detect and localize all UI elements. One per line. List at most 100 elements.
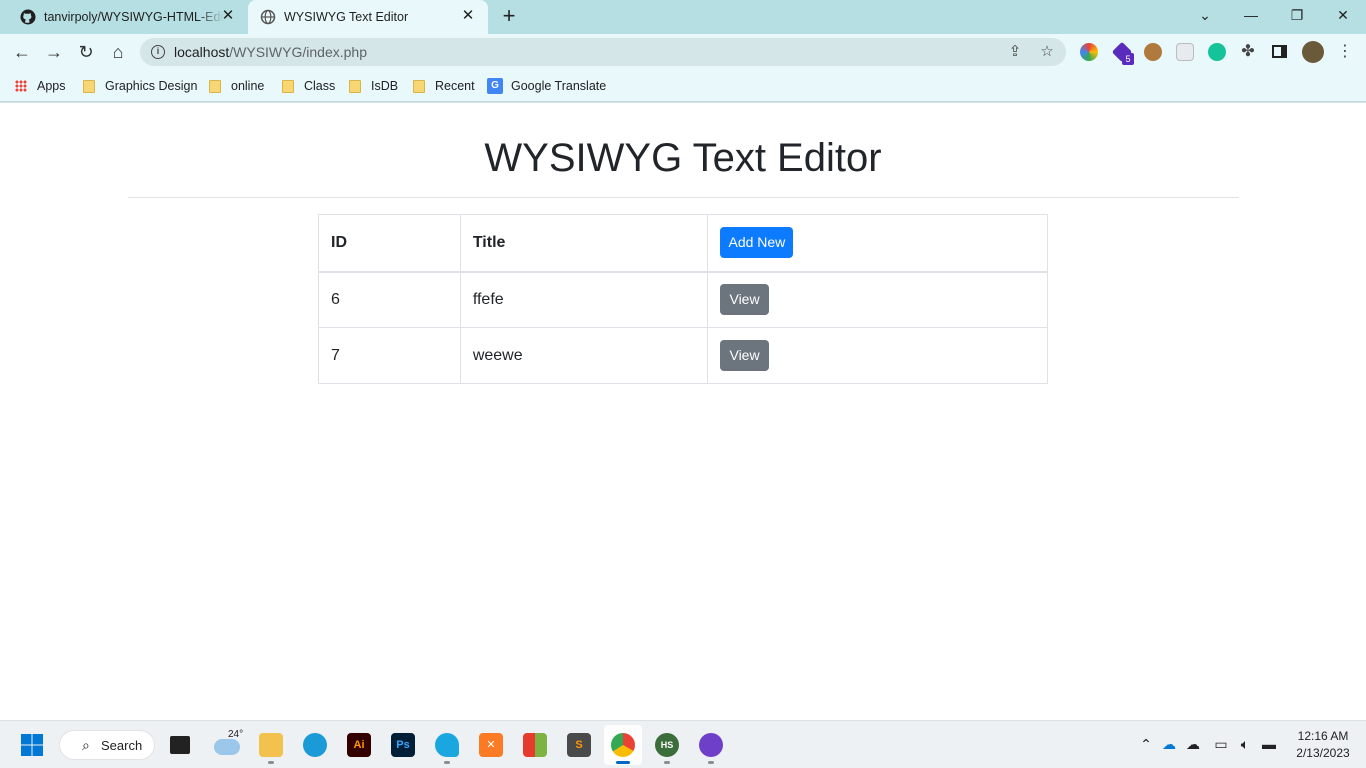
avatar[interactable] bbox=[1302, 41, 1324, 63]
winrar-icon[interactable] bbox=[523, 733, 547, 757]
tab-wysiwyg[interactable]: WYSIWYG Text Editor ✕ bbox=[248, 0, 488, 34]
table-row: 7 weewe View bbox=[318, 327, 1048, 384]
page-title: WYSIWYG Text Editor bbox=[484, 136, 882, 180]
chrome-icon[interactable] bbox=[611, 733, 635, 757]
network-icon[interactable]: ▭ bbox=[1212, 736, 1230, 753]
bookmark-star-icon[interactable]: ☆ bbox=[1038, 43, 1056, 61]
running-indicator bbox=[664, 761, 670, 764]
folder-icon bbox=[282, 79, 294, 93]
minimize-icon[interactable]: — bbox=[1228, 4, 1274, 26]
cell-id: 7 bbox=[318, 327, 461, 384]
clock-time: 12:16 AM bbox=[1297, 729, 1349, 743]
view-button[interactable]: View bbox=[720, 340, 769, 371]
tab-strip: tanvirpoly/WYSIWYG-HTML-Editor ✕ WYSIWYG… bbox=[0, 0, 1366, 34]
xampp-icon[interactable]: ✕ bbox=[479, 733, 503, 757]
tab-title: WYSIWYG Text Editor bbox=[284, 10, 409, 24]
bookmark-google-translate[interactable]: G Google Translate bbox=[487, 76, 606, 96]
close-tab-icon[interactable]: ✕ bbox=[460, 8, 476, 24]
taskbar-search[interactable]: ⌕ Search bbox=[59, 730, 155, 760]
taskbar: ⌕ Search 24° Ai Ps ✕ S HS ⌃ ☁ ☁ ▭ 🔈︎ ▬ 1… bbox=[0, 720, 1366, 768]
view-button[interactable]: View bbox=[720, 284, 769, 316]
cell-action: View bbox=[707, 327, 1048, 384]
back-arrow-icon[interactable]: ← bbox=[10, 40, 34, 64]
globe-icon bbox=[260, 9, 276, 25]
folder-icon bbox=[349, 79, 361, 93]
cell-title: weewe bbox=[459, 327, 709, 384]
extension-badge: 5 bbox=[1122, 53, 1134, 65]
edge-icon[interactable] bbox=[303, 733, 327, 757]
menu-kebab-icon[interactable]: ⋮ bbox=[1336, 43, 1354, 61]
restore-icon[interactable]: ❐ bbox=[1274, 4, 1320, 26]
grammarly-icon[interactable] bbox=[1208, 43, 1226, 61]
divider bbox=[128, 197, 1239, 198]
bookmark-graphics-design[interactable]: Graphics Design bbox=[83, 76, 197, 96]
photoshop-icon[interactable]: Ps bbox=[391, 733, 415, 757]
windows-start-icon[interactable] bbox=[21, 734, 43, 756]
running-indicator bbox=[268, 761, 274, 764]
side-panel-icon[interactable] bbox=[1272, 45, 1287, 58]
navigation-toolbar: ← → ↻ ⌂ i localhost/WYSIWYG/index.php ⇪ … bbox=[0, 34, 1366, 70]
home-icon[interactable]: ⌂ bbox=[106, 40, 130, 64]
battery-icon[interactable]: ▬ bbox=[1260, 736, 1278, 752]
taskbar-search-label: Search bbox=[101, 738, 143, 753]
bookmark-apps[interactable]: Apps bbox=[15, 76, 66, 96]
shield-icon[interactable] bbox=[1176, 43, 1194, 61]
feather-app-icon[interactable] bbox=[435, 733, 459, 757]
weather-icon[interactable] bbox=[214, 739, 240, 755]
sublime-text-icon[interactable]: S bbox=[567, 733, 591, 757]
column-header-title: Title bbox=[459, 214, 709, 273]
cookie-extension-icon[interactable] bbox=[1144, 43, 1162, 61]
system-clock[interactable]: 12:16 AM 2/13/2023 bbox=[1286, 728, 1360, 762]
bookmarks-bar: Apps Graphics Design online Class IsDB R… bbox=[0, 70, 1366, 102]
bookmark-class[interactable]: Class bbox=[282, 76, 335, 96]
new-tab-icon[interactable]: + bbox=[498, 5, 520, 28]
color-picker-extension-icon[interactable] bbox=[1080, 43, 1098, 61]
column-header-action: Add New bbox=[707, 214, 1048, 273]
task-view-icon[interactable] bbox=[170, 736, 190, 754]
cell-title: ffefe bbox=[459, 271, 709, 328]
search-icon: ⌕ bbox=[82, 737, 90, 753]
close-tab-icon[interactable]: ✕ bbox=[220, 8, 236, 24]
tab-title: tanvirpoly/WYSIWYG-HTML-Editor bbox=[44, 10, 224, 24]
chevron-up-icon[interactable]: ⌃ bbox=[1137, 736, 1155, 753]
clock-date: 2/13/2023 bbox=[1296, 746, 1350, 760]
cell-id: 6 bbox=[318, 271, 461, 328]
table-header-row: ID Title Add New bbox=[318, 214, 1048, 273]
running-indicator bbox=[708, 761, 714, 764]
bookmark-recent[interactable]: Recent bbox=[413, 76, 475, 96]
running-indicator bbox=[444, 761, 450, 764]
cell-action: View bbox=[707, 271, 1048, 328]
weather-temperature: 24° bbox=[228, 729, 244, 740]
github-icon bbox=[20, 9, 36, 25]
posts-table: ID Title Add New 6 ffefe View 7 weewe Vi… bbox=[318, 214, 1048, 384]
apps-grid-icon bbox=[15, 80, 27, 92]
close-window-icon[interactable]: ✕ bbox=[1320, 4, 1366, 26]
folder-icon bbox=[413, 79, 425, 93]
site-info-icon[interactable]: i bbox=[151, 45, 165, 59]
hs-app-icon[interactable]: HS bbox=[655, 733, 679, 757]
bookmark-isdb[interactable]: IsDB bbox=[349, 76, 398, 96]
address-bar[interactable]: i localhost/WYSIWYG/index.php ⇪ ☆ bbox=[140, 38, 1066, 66]
bookmark-online[interactable]: online bbox=[209, 76, 264, 96]
volume-icon[interactable]: 🔈︎ bbox=[1236, 736, 1254, 753]
reload-icon[interactable]: ↻ bbox=[74, 40, 98, 64]
active-indicator bbox=[616, 761, 630, 764]
tab-github[interactable]: tanvirpoly/WYSIWYG-HTML-Editor ✕ bbox=[8, 0, 248, 34]
share-icon[interactable]: ⇪ bbox=[1006, 43, 1024, 61]
onedrive-sync-icon[interactable]: ☁ bbox=[1160, 736, 1178, 753]
column-header-id: ID bbox=[318, 214, 461, 273]
file-explorer-icon[interactable] bbox=[259, 733, 283, 757]
table-row: 6 ffefe View bbox=[318, 271, 1048, 328]
github-desktop-icon[interactable] bbox=[699, 733, 723, 757]
folder-icon bbox=[209, 79, 221, 93]
address-url[interactable]: localhost/WYSIWYG/index.php bbox=[174, 44, 367, 60]
forward-arrow-icon[interactable]: → bbox=[42, 40, 66, 64]
add-new-button[interactable]: Add New bbox=[720, 227, 794, 259]
cloud-icon[interactable]: ☁ bbox=[1184, 736, 1202, 753]
page-content: WYSIWYG Text Editor ID Title Add New 6 f… bbox=[0, 103, 1366, 720]
illustrator-icon[interactable]: Ai bbox=[347, 733, 371, 757]
puzzle-extensions-icon[interactable]: ✤ bbox=[1239, 43, 1257, 61]
folder-icon bbox=[83, 79, 95, 93]
browser-chrome: tanvirpoly/WYSIWYG-HTML-Editor ✕ WYSIWYG… bbox=[0, 0, 1366, 103]
tab-search-chevron-icon[interactable]: ⌄ bbox=[1182, 4, 1228, 26]
